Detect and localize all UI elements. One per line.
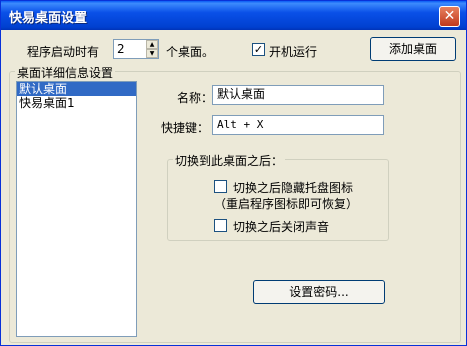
hide-tray-label: 切换之后隐藏托盘图标 [233, 181, 354, 195]
list-item[interactable]: 默认桌面 [17, 82, 136, 96]
arrow-up-icon[interactable]: ▲ [146, 40, 158, 49]
hotkey-field[interactable]: Alt + X [212, 115, 384, 135]
boot-run-label: 开机运行 [269, 45, 318, 59]
mute-checkbox[interactable] [214, 219, 227, 232]
desktop-count-stepper[interactable]: 2 ▲ ▼ [113, 39, 159, 59]
close-icon: ✕ [443, 8, 456, 24]
desktop-count-value[interactable]: 2 [117, 42, 125, 56]
add-desktop-button[interactable]: 添加桌面 [370, 37, 456, 61]
list-item[interactable]: 快易桌面1 [17, 96, 136, 110]
desktop-list[interactable]: 默认桌面 快易桌面1 [16, 81, 137, 337]
set-password-button[interactable]: 设置密码... [253, 280, 385, 304]
startup-prefix-label: 程序启动时有 [27, 45, 100, 59]
hotkey-label: 快捷键： [161, 121, 210, 135]
close-button[interactable]: ✕ [439, 6, 460, 27]
desktop-details-group-title: 桌面详细信息设置 [15, 64, 116, 81]
window-title: 快易桌面设置 [9, 11, 88, 26]
title-bar: 快易桌面设置 ✕ [1, 1, 466, 30]
mute-label: 切换之后关闭声音 [233, 220, 330, 234]
arrow-down-icon[interactable]: ▼ [146, 49, 158, 58]
hide-tray-checkbox[interactable] [214, 180, 227, 193]
startup-suffix-label: 个桌面。 [166, 45, 215, 59]
name-label: 名称： [177, 91, 214, 105]
settings-window: 快易桌面设置 ✕ 程序启动时有 2 ▲ ▼ 个桌面。 ✓ 开机运行 添加桌面 桌… [0, 0, 467, 346]
checkmark-icon: ✓ [253, 43, 264, 56]
boot-run-checkbox[interactable]: ✓ [252, 43, 265, 56]
name-field[interactable]: 默认桌面 [212, 85, 384, 105]
hide-tray-note: （重启程序图标即可恢复） [214, 197, 359, 211]
after-switch-group-title: 切换到此桌面之后： [173, 152, 286, 169]
